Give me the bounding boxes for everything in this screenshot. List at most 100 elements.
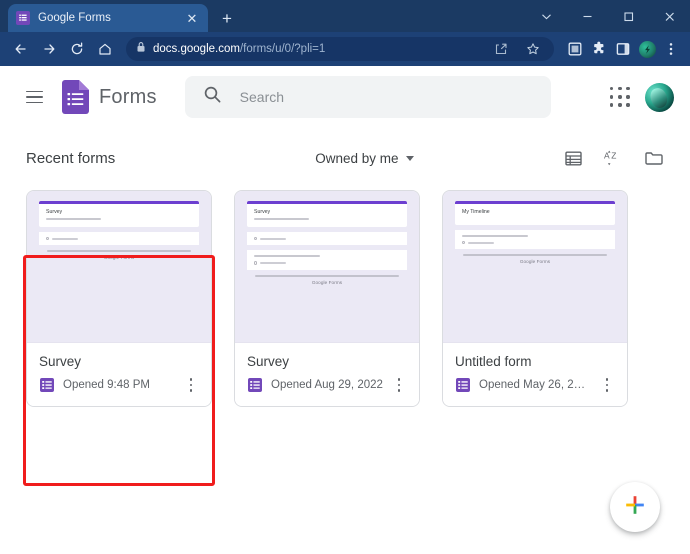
url-path: /forms/u/0/?pli=1 [239, 43, 326, 55]
form-card-meta-row: Opened 9:48 PM [39, 376, 199, 394]
thumbnail-form-title: Survey [254, 209, 271, 215]
page-title: Forms [99, 85, 157, 108]
thumbnail-preview: My Timeline [455, 201, 615, 225]
extensions-puzzle-icon[interactable] [588, 36, 610, 62]
thumbnail-preview: Survey [39, 201, 199, 227]
forward-arrow-icon[interactable] [36, 36, 62, 62]
main-menu-icon[interactable] [16, 79, 52, 115]
thumbnail-legal-line [47, 250, 191, 253]
thumbnail-question-block [455, 230, 615, 250]
section-heading: Recent forms [26, 149, 116, 167]
form-card-meta-row: Opened May 26, 2022 [455, 376, 615, 394]
form-card-meta-row: Opened Aug 29, 2022 [247, 376, 407, 394]
tab-search-chevron-icon[interactable] [526, 0, 567, 32]
thumbnail-google-forms-label: Google Forms [519, 259, 551, 265]
back-arrow-icon[interactable] [8, 36, 34, 62]
form-thumbnail[interactable]: My Timeline Google Forms [443, 191, 627, 343]
form-card-meta: Untitled form Opened May 26, 2022 [443, 343, 627, 406]
section-actions: A Z [564, 149, 664, 168]
search-icon [203, 85, 222, 109]
form-thumbnail[interactable]: Survey Google Forms [27, 191, 211, 343]
thumbnail-question-block [39, 232, 199, 246]
create-form-button[interactable] [610, 482, 660, 532]
form-card-more-options[interactable] [391, 376, 407, 394]
form-thumbnail[interactable]: Survey Google Forms [235, 191, 419, 343]
thumbnail-legal-line [255, 274, 399, 277]
new-tab-button[interactable]: + [222, 10, 232, 27]
form-card-more-options[interactable] [183, 376, 199, 394]
browser-toolbar: docs.google.com/forms/u/0/?pli=1 [0, 32, 690, 66]
thumbnail-footer: Google Forms [39, 250, 199, 260]
thumbnail-option-line [260, 237, 287, 240]
sort-az-icon[interactable]: A Z [603, 149, 624, 168]
thumbnail-description-line [46, 218, 102, 220]
google-forms-logo [62, 80, 89, 114]
thumbnail-title-card: Survey [247, 201, 407, 227]
forms-file-icon [455, 377, 471, 393]
form-card-more-options[interactable] [599, 376, 615, 394]
minimize-icon[interactable] [567, 0, 608, 32]
extension-avatar-icon[interactable] [636, 36, 658, 62]
thumbnail-option [462, 241, 608, 245]
avatar[interactable] [645, 82, 674, 112]
radio-icon [462, 241, 466, 245]
browser-window: Google Forms ✕ + docs.google.com/forms/u… [0, 0, 690, 554]
url-text: docs.google.com/forms/u/0/?pli=1 [153, 43, 325, 55]
forms-home-page: Forms Recent forms O [0, 66, 690, 554]
browser-tab[interactable]: Google Forms ✕ [8, 4, 208, 32]
form-card[interactable]: Survey Google Forms Survey Opened 9:48 P… [26, 190, 212, 407]
tab-title: Google Forms [38, 12, 111, 24]
close-tab-icon[interactable]: ✕ [184, 12, 200, 25]
share-icon[interactable] [490, 36, 512, 62]
header-right [609, 82, 674, 112]
google-apps-icon[interactable] [609, 86, 631, 108]
folder-icon[interactable] [644, 149, 664, 168]
window-controls [526, 0, 690, 32]
radio-icon [254, 261, 258, 265]
form-card-title: Untitled form [455, 354, 532, 369]
home-icon[interactable] [92, 36, 118, 62]
form-card-opened: Opened May 26, 2022 [479, 379, 591, 391]
thumbnail-title-card: Survey [39, 201, 199, 227]
chrome-menu-icon[interactable] [660, 36, 682, 62]
owner-filter-label: Owned by me [315, 150, 399, 166]
maximize-icon[interactable] [608, 0, 649, 32]
thumbnail-legal-line [463, 254, 607, 257]
reload-icon[interactable] [64, 36, 90, 62]
screenshot-icon[interactable] [564, 36, 586, 62]
thumbnail-option-line [52, 237, 79, 240]
form-card[interactable]: My Timeline Google Forms Untitled form O… [442, 190, 628, 407]
forms-grid: Survey Google Forms Survey Opened 9:48 P… [0, 180, 690, 407]
thumbnail-form-title: Survey [46, 209, 63, 215]
thumbnail-option [254, 237, 400, 241]
search-bar[interactable] [184, 76, 551, 118]
thumbnail-question-line [254, 255, 320, 258]
close-window-icon[interactable] [649, 0, 690, 32]
address-bar[interactable]: docs.google.com/forms/u/0/?pli=1 [126, 37, 554, 61]
chevron-down-icon [405, 155, 414, 161]
google-plus-icon [623, 493, 647, 522]
form-card-opened: Opened Aug 29, 2022 [271, 379, 383, 391]
recent-forms-bar: Recent forms Owned by me A Z [0, 136, 690, 180]
app-header: Forms [0, 66, 690, 128]
thumbnail-option-line [260, 262, 287, 264]
form-card-meta: Survey [27, 343, 211, 406]
form-card-title: Survey [247, 354, 290, 369]
bookmark-star-icon[interactable] [522, 36, 544, 62]
thumbnail-footer: Google Forms [247, 274, 407, 285]
side-panel-icon[interactable] [612, 36, 634, 62]
lock-icon [136, 40, 146, 58]
thumbnail-option [46, 237, 192, 241]
form-card[interactable]: Survey Google Forms Survey Opened Aug 29… [234, 190, 420, 407]
thumbnail-question-block [247, 250, 407, 270]
form-card-meta: Survey [235, 343, 419, 406]
thumbnail-google-forms-label: Google Forms [103, 255, 135, 261]
search-input[interactable] [239, 89, 533, 105]
forms-file-icon [247, 377, 263, 393]
owner-filter-dropdown[interactable]: Owned by me [315, 150, 414, 166]
browser-titlebar: Google Forms ✕ + [0, 0, 690, 32]
thumbnail-google-forms-label: Google Forms [311, 279, 343, 285]
list-view-icon[interactable] [564, 149, 583, 168]
thumbnail-title-card: My Timeline [455, 201, 615, 225]
form-card-opened: Opened 9:48 PM [63, 379, 150, 391]
